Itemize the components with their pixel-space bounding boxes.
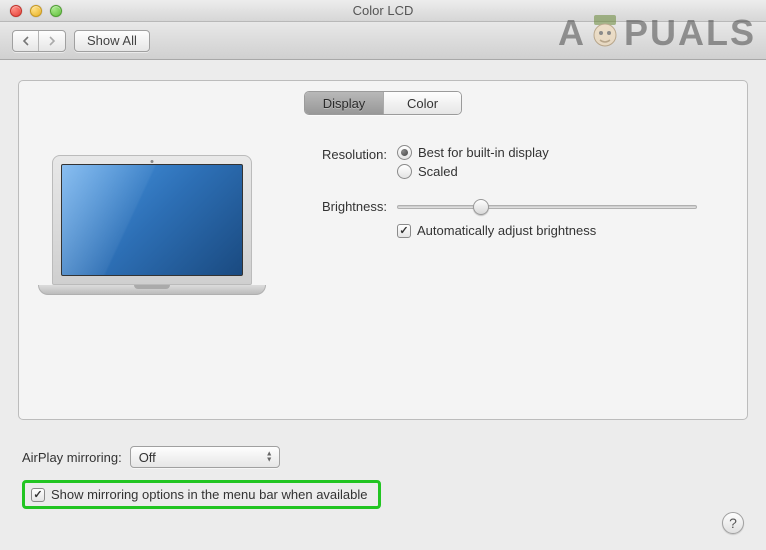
airplay-label: AirPlay mirroring: xyxy=(22,450,122,465)
airplay-dropdown[interactable]: Off ▲▼ xyxy=(130,446,280,468)
back-button[interactable] xyxy=(13,31,39,51)
radio-scaled[interactable] xyxy=(397,164,412,179)
help-button[interactable]: ? xyxy=(722,512,744,534)
close-icon[interactable] xyxy=(10,5,22,17)
zoom-icon[interactable] xyxy=(50,5,62,17)
content: Display Color Resolution: Best for built… xyxy=(0,60,766,430)
help-icon: ? xyxy=(729,515,737,531)
bottom-area: AirPlay mirroring: Off ▲▼ Show mirroring… xyxy=(0,430,766,509)
minimize-icon[interactable] xyxy=(30,5,42,17)
titlebar: Color LCD xyxy=(0,0,766,22)
resolution-best-row[interactable]: Best for built-in display xyxy=(397,145,729,160)
mirroring-label: Show mirroring options in the menu bar w… xyxy=(51,487,368,502)
toolbar: Show All xyxy=(0,22,766,60)
tab-display[interactable]: Display xyxy=(305,92,383,114)
auto-brightness-row[interactable]: Automatically adjust brightness xyxy=(397,223,729,238)
mirroring-option-row[interactable]: Show mirroring options in the menu bar w… xyxy=(22,480,381,509)
tab-group: Display Color xyxy=(37,91,729,115)
slider-thumb[interactable] xyxy=(473,199,489,215)
main-panel: Display Color Resolution: Best for built… xyxy=(18,80,748,420)
brightness-slider[interactable] xyxy=(397,197,697,217)
forward-button[interactable] xyxy=(39,31,65,51)
window-title: Color LCD xyxy=(0,3,766,18)
brightness-label: Brightness: xyxy=(297,197,397,214)
dropdown-arrows-icon: ▲▼ xyxy=(266,452,273,463)
window-controls xyxy=(0,5,62,17)
mirroring-checkbox[interactable] xyxy=(31,488,45,502)
resolution-label: Resolution: xyxy=(297,145,397,162)
nav-segmented xyxy=(12,30,66,52)
chevron-right-icon xyxy=(48,36,56,46)
display-controls: Resolution: Best for built-in display Sc… xyxy=(297,145,729,295)
show-all-button[interactable]: Show All xyxy=(74,30,150,52)
display-preview xyxy=(37,155,267,295)
radio-best[interactable] xyxy=(397,145,412,160)
auto-brightness-checkbox[interactable] xyxy=(397,224,411,238)
tab-color[interactable]: Color xyxy=(383,92,461,114)
resolution-scaled-label: Scaled xyxy=(418,164,458,179)
resolution-best-label: Best for built-in display xyxy=(418,145,549,160)
airplay-value: Off xyxy=(139,450,156,465)
resolution-scaled-row[interactable]: Scaled xyxy=(397,164,729,179)
auto-brightness-label: Automatically adjust brightness xyxy=(417,223,596,238)
chevron-left-icon xyxy=(22,36,30,46)
